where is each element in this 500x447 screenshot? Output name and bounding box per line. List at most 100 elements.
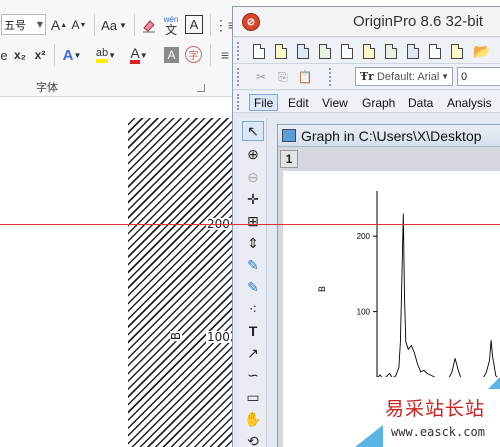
new-function-icon[interactable] — [360, 42, 378, 60]
subscript-button[interactable]: x₂ — [11, 46, 29, 64]
watermark-corner-shape — [355, 425, 383, 447]
menu-data[interactable]: Data — [404, 94, 437, 111]
font-size-value: 0 — [461, 70, 468, 83]
site-watermark: 易采站长站 www.easck.com — [355, 377, 500, 447]
paste-icon[interactable]: 📋 — [296, 68, 314, 86]
text-effects-icon: A — [62, 46, 74, 64]
new-folder-icon[interactable] — [272, 42, 290, 60]
graph-window-titlebar[interactable]: Graph in C:\Users\X\Desktop — [278, 125, 500, 147]
new-notes-icon[interactable] — [426, 42, 444, 60]
copy-icon[interactable]: ⎘ — [274, 68, 292, 86]
new-matrix-icon[interactable] — [338, 42, 356, 60]
toolbar-grip[interactable] — [237, 68, 240, 86]
curved-arrow-tool-icon[interactable]: ∽ — [242, 365, 264, 385]
ribbon-separator — [134, 14, 135, 36]
origin-menubar: File Edit View Graph Data Analysis — [233, 91, 500, 113]
highlight-button[interactable]: ab ▼ — [92, 45, 120, 65]
screen: 五号 ▼ A ▲ A ▼ Aa ▼ wén 文 A ⋮≡ e x₂ x² A ▼ ab ▼… — [0, 0, 500, 447]
menu-view[interactable]: View — [318, 94, 352, 111]
text-effects-button[interactable]: A ▼ — [59, 45, 85, 65]
enclose-characters-button[interactable]: 字 — [185, 46, 202, 63]
character-border-button[interactable]: A — [185, 15, 203, 34]
origin-logo-icon[interactable]: ⊘ — [242, 13, 260, 31]
superscript-icon: x² — [34, 48, 46, 62]
y-axis-label: B — [317, 286, 327, 292]
alignment-guide-line — [0, 224, 500, 225]
graph-window-icon — [282, 129, 296, 142]
pan-hand-tool-icon[interactable]: ✋ — [242, 409, 264, 429]
open-folder-icon[interactable]: 📂 — [473, 42, 491, 60]
zoom-out-tool-icon[interactable]: ⊖ — [242, 167, 264, 187]
watermark-url: www.easck.com — [391, 425, 485, 439]
chevron-down-icon[interactable]: ▼ — [441, 72, 449, 81]
character-shading-button[interactable]: A — [164, 47, 179, 63]
cut-icon[interactable]: ✂ — [252, 68, 270, 86]
font-name-dropdown[interactable]: Ŧr Default: Arial ▼ — [355, 67, 453, 86]
toolbar-grip[interactable] — [329, 68, 332, 86]
phonetic-guide-button[interactable]: wén 文 — [160, 13, 182, 37]
ribbon-separator — [210, 14, 211, 36]
clear-formatting-button[interactable] — [140, 16, 158, 34]
grow-font-icon: A — [50, 17, 61, 33]
change-case-button[interactable]: Aa ▼ — [99, 16, 129, 34]
origin-titlebar[interactable]: ⊘ OriginPro 8.6 32-bit — [233, 7, 500, 37]
region-of-interest-tool-icon[interactable]: ✎ — [242, 277, 264, 297]
series-line-0 — [376, 213, 500, 382]
pinyin-char: 文 — [164, 23, 177, 37]
text-tool-icon[interactable]: T — [242, 321, 264, 341]
mask-points-tool-icon[interactable]: ⁖ — [242, 299, 264, 319]
chevron-down-icon[interactable]: ▼ — [37, 20, 43, 29]
watermark-corner-shape — [488, 377, 500, 389]
watermark-text: 易采站长站 — [385, 398, 486, 420]
rectangle-tool-icon[interactable]: ▭ — [242, 387, 264, 407]
subscript-icon: x₂ — [13, 48, 26, 62]
new-excel-icon[interactable] — [382, 42, 400, 60]
data-selector-tool-icon[interactable]: ⇕ — [242, 233, 264, 253]
menubar-grip[interactable] — [237, 94, 240, 110]
y-tick-label: 100 — [357, 308, 371, 317]
menu-analysis[interactable]: Analysis — [443, 94, 496, 111]
superscript-button[interactable]: x² — [31, 46, 49, 64]
graph-window-title: Graph in C:\Users\X\Desktop — [301, 128, 482, 144]
character-border-icon: A — [189, 17, 199, 32]
font-size-value: 五号 — [4, 18, 26, 32]
menu-graph[interactable]: Graph — [358, 94, 399, 111]
strikethrough-button[interactable]: e — [0, 46, 8, 64]
pasted-chart-hatched-frame[interactable] — [128, 118, 240, 447]
font-size-combo[interactable]: 五号 ▼ — [1, 14, 46, 35]
strikethrough-icon: e — [0, 47, 8, 63]
change-case-icon: Aa — [101, 17, 117, 33]
toolbar-grip[interactable] — [237, 42, 240, 60]
shrink-font-button[interactable]: A ▼ — [71, 16, 87, 34]
arrow-tool-icon[interactable]: ↗ — [242, 343, 264, 363]
new-graph-icon[interactable] — [316, 42, 334, 60]
zoom-in-tool-icon[interactable]: ⊕ — [242, 144, 264, 164]
truetype-icon: Ŧr — [360, 70, 374, 83]
font-color-icon: A — [130, 46, 140, 64]
tools-toolbar: ↖ ⊕ ⊖ ✛ ⊞ ⇕ ✎ ✎ ⁖ T ↗ ∽ ▭ ✋ ⟲ — [239, 118, 267, 447]
rotate-tool-icon[interactable]: ⟲ — [242, 431, 264, 447]
font-dialog-launcher-icon[interactable] — [197, 84, 205, 92]
new-layout-icon[interactable] — [404, 42, 422, 60]
menu-file[interactable]: File — [249, 94, 279, 111]
y-tick-label: 200 — [357, 232, 371, 241]
screen-reader-tool-icon[interactable]: ✛ — [242, 189, 264, 209]
word-ribbon-font-group: 五号 ▼ A ▲ A ▼ Aa ▼ wén 文 A ⋮≡ e x₂ x² A ▼ ab ▼… — [0, 0, 240, 97]
font-color-button[interactable]: A ▼ — [126, 45, 152, 65]
grow-font-button[interactable]: A ▲ — [51, 16, 67, 34]
new-worksheet-icon[interactable] — [294, 42, 312, 60]
pointer-tool-icon[interactable]: ↖ — [242, 121, 264, 141]
data-reader-tool-icon[interactable]: ⊞ — [242, 211, 264, 231]
hatch-tick-100: 100 — [206, 330, 231, 344]
ribbon-separator — [210, 44, 211, 66]
eraser-icon — [143, 20, 155, 33]
origin-window-title: OriginPro 8.6 32-bit — [353, 13, 484, 30]
new-project-icon[interactable] — [250, 42, 268, 60]
layer-1-tab[interactable]: 1 — [280, 150, 298, 168]
font-size-dropdown[interactable]: 0 — [457, 67, 500, 86]
open-template-icon[interactable] — [448, 42, 466, 60]
hatch-axis-label: B — [169, 330, 184, 342]
draw-data-tool-icon[interactable]: ✎ — [242, 255, 264, 275]
standard-toolbar: 📂 — [233, 38, 500, 64]
menu-edit[interactable]: Edit — [284, 94, 313, 111]
